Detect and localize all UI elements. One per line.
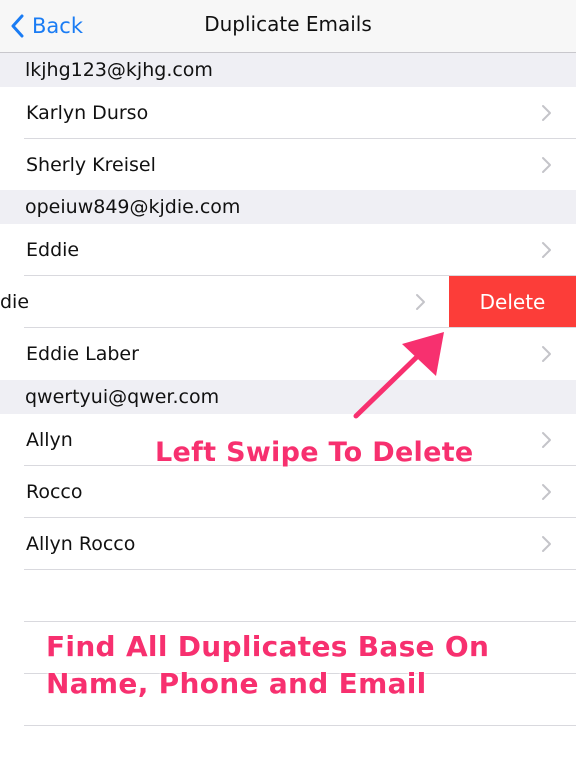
section-header-email: lkjhg123@kjhg.com <box>0 53 576 87</box>
screen: Back Duplicate Emails lkjhg123@kjhg.com … <box>0 0 576 768</box>
contact-name: Allyn <box>26 429 73 451</box>
contact-row[interactable]: Allyn Rocco <box>0 518 576 570</box>
contact-name: Rocco <box>26 481 83 503</box>
row-separator <box>24 569 576 570</box>
contact-row[interactable]: Eddie <box>0 224 576 276</box>
navigation-bar: Back Duplicate Emails <box>0 0 576 53</box>
arrow-icon <box>353 332 444 419</box>
contact-row[interactable]: Eddie Laber <box>0 328 576 380</box>
promo-find-line1: Find All Duplicates Base On <box>46 630 490 663</box>
chevron-right-icon <box>542 157 551 173</box>
empty-row-separator <box>24 725 576 726</box>
contact-name: Sherly Kreisel <box>26 154 156 176</box>
contact-row[interactable]: Karlyn Durso <box>0 87 576 139</box>
contact-name: Eddie <box>26 239 80 261</box>
chevron-right-icon <box>542 105 551 121</box>
chevron-right-icon <box>542 346 551 362</box>
promo-find-caption: Find All Duplicates Base On Name, Phone … <box>46 628 489 702</box>
section-header-email: qwertyui@qwer.com <box>0 380 576 414</box>
chevron-right-icon <box>542 432 551 448</box>
contact-name: Karlyn Durso <box>26 102 149 124</box>
chevron-right-icon <box>542 242 551 258</box>
section-header-email: opeiuw849@kjdie.com <box>0 190 576 224</box>
contact-row[interactable]: Sherly Kreisel <box>0 139 576 191</box>
promo-swipe-caption: Left Swipe To Delete <box>155 437 474 468</box>
page-title: Duplicate Emails <box>204 12 372 36</box>
chevron-right-icon <box>542 536 551 552</box>
contact-row-swiped[interactable]: die Delete <box>0 276 576 328</box>
contact-name: die <box>0 291 30 313</box>
chevron-right-icon <box>542 484 551 500</box>
promo-find-line2: Name, Phone and Email <box>46 667 427 700</box>
chevron-right-icon <box>416 294 425 310</box>
contact-name: Eddie Laber <box>26 343 139 365</box>
empty-row-separator <box>24 621 576 622</box>
contact-name: Allyn Rocco <box>26 533 136 555</box>
delete-button[interactable]: Delete <box>449 276 576 328</box>
contact-row[interactable]: Rocco <box>0 466 576 518</box>
